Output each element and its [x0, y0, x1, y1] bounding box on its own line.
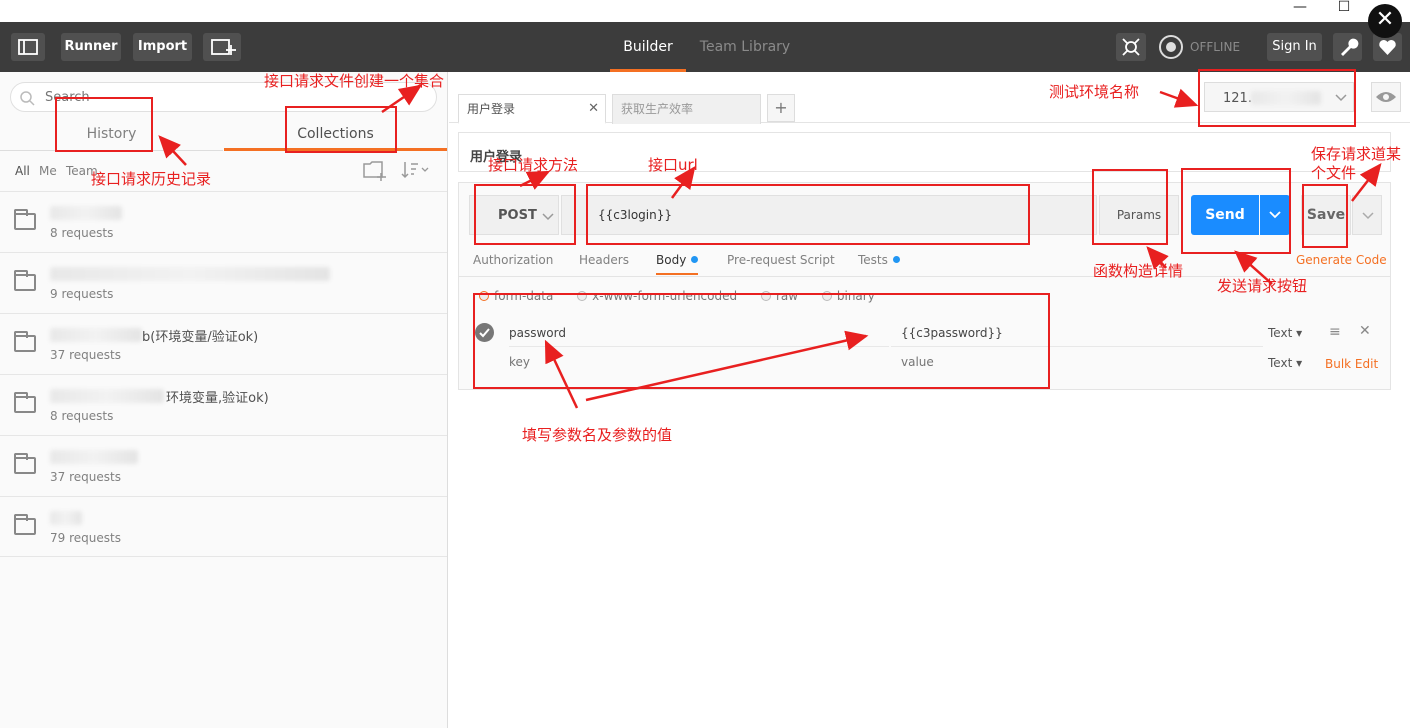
collection-request-count: 8 requests [50, 226, 114, 240]
bulk-edit-link[interactable]: Bulk Edit [1325, 357, 1378, 371]
annotation-box-history [55, 97, 153, 152]
sort-icon [401, 162, 429, 179]
annotation-box-environment [1198, 69, 1356, 127]
annotation-save-line2: 个文件 [1311, 164, 1357, 182]
annotation-box-method [474, 184, 576, 245]
folder-icon [14, 331, 36, 352]
request-tab-active[interactable]: 用户登录 ✕ [458, 94, 606, 124]
wrench-icon [1341, 38, 1359, 56]
eye-icon [1376, 92, 1396, 102]
close-button[interactable]: ✕ [1368, 4, 1402, 38]
sidebar: History Collections All Me Team 8 reques… [0, 72, 448, 728]
annotation-body: 填写参数名及参数的值 [522, 426, 673, 444]
collection-item[interactable]: 37 requests [0, 435, 447, 496]
annotation-environment: 测试环境名称 [1049, 83, 1140, 101]
annotation-history: 接口请求历史记录 [91, 170, 212, 188]
delete-row-icon[interactable]: ✕ [1359, 323, 1371, 339]
request-tab[interactable]: 获取生产效率 [612, 94, 761, 124]
tab-body[interactable]: Body [656, 253, 699, 275]
collection-item[interactable]: 9 requests [0, 252, 447, 313]
sidebar-icon [18, 39, 38, 55]
satellite-icon [1122, 38, 1140, 56]
sync-status-text: OFFLINE [1190, 40, 1241, 54]
save-options-button[interactable] [1352, 195, 1382, 235]
runner-button[interactable]: Runner [61, 33, 121, 61]
add-tab-button[interactable]: + [767, 94, 795, 122]
tab-builder[interactable]: Builder [610, 22, 686, 72]
tab-tests[interactable]: Tests [858, 253, 900, 267]
annotation-box-save [1302, 184, 1348, 248]
collection-name: b(环境变量/验证ok) [142, 330, 259, 345]
close-tab-icon[interactable]: ✕ [588, 95, 599, 123]
annotation-url: 接口url [648, 156, 698, 174]
app-toolbar: Runner Import Builder Team Library OFFLI… [0, 22, 1410, 72]
folder-icon [14, 514, 36, 535]
sign-in-button[interactable]: Sign In [1267, 33, 1322, 61]
environment-quicklook-button[interactable] [1371, 82, 1401, 112]
collection-item[interactable]: b(环境变量/验证ok) 37 requests [0, 313, 447, 374]
tab-pre-request-script[interactable]: Pre-request Script [727, 253, 835, 267]
param-type-select[interactable]: Text ▾ [1268, 326, 1302, 340]
collection-item[interactable]: 79 requests [0, 496, 447, 557]
annotation-box-params [1092, 169, 1168, 245]
collection-name: 环境变量,验证ok) [166, 391, 269, 406]
annotation-method: 接口请求方法 [488, 156, 579, 174]
folder-icon [14, 392, 36, 413]
interceptor-button[interactable] [1116, 33, 1146, 61]
chevron-down-icon [1362, 212, 1374, 220]
folder-icon [14, 209, 36, 230]
maximize-button[interactable]: ☐ [1324, 0, 1364, 22]
collection-item[interactable]: 环境变量,验证ok) 8 requests [0, 374, 447, 435]
window-titlebar: — ☐ [0, 0, 1410, 22]
request-name-bar: 用户登录 [458, 132, 1391, 172]
minimize-button[interactable]: — [1280, 0, 1320, 22]
tab-authorization[interactable]: Authorization [473, 253, 553, 267]
tab-team-library[interactable]: Team Library [698, 22, 792, 72]
annotation-box-url [586, 184, 1030, 245]
collection-request-count: 37 requests [50, 348, 121, 362]
new-window-icon [211, 39, 236, 55]
collection-request-count: 79 requests [50, 531, 121, 545]
import-button[interactable]: Import [133, 33, 192, 61]
folder-icon [14, 453, 36, 474]
annotation-collection: 接口请求文件创建一个集合 [264, 72, 445, 90]
filter-all[interactable]: All [15, 164, 30, 178]
annotation-send: 发送请求按钮 [1217, 277, 1308, 295]
collection-request-count: 9 requests [50, 287, 114, 301]
new-collection-button[interactable] [362, 159, 388, 181]
toggle-sidebar-button[interactable] [11, 33, 45, 61]
collection-request-count: 37 requests [50, 470, 121, 484]
filter-me[interactable]: Me [39, 164, 57, 178]
sync-status-icon[interactable] [1156, 32, 1186, 62]
drag-handle-icon[interactable]: ≡ [1329, 324, 1341, 340]
collection-item[interactable]: 8 requests [0, 191, 447, 252]
param-type-select[interactable]: Text ▾ [1268, 356, 1302, 370]
annotation-params: 函数构造详情 [1093, 262, 1184, 280]
folder-icon [14, 270, 36, 291]
tab-headers[interactable]: Headers [579, 253, 629, 267]
new-tab-button[interactable] [203, 33, 241, 61]
request-tab-label: 用户登录 [467, 102, 516, 116]
annotation-box-body [473, 293, 1050, 389]
annotation-box-send [1181, 168, 1291, 254]
settings-button[interactable] [1333, 33, 1362, 61]
search-icon [20, 91, 35, 106]
status-dot [892, 256, 900, 263]
collection-request-count: 8 requests [50, 409, 114, 423]
folder-plus-icon [363, 161, 386, 181]
sort-button[interactable] [400, 159, 432, 181]
annotation-box-collections [285, 106, 397, 153]
annotation-save-line1: 保存请求道某 [1311, 145, 1402, 163]
status-dot [691, 256, 699, 263]
